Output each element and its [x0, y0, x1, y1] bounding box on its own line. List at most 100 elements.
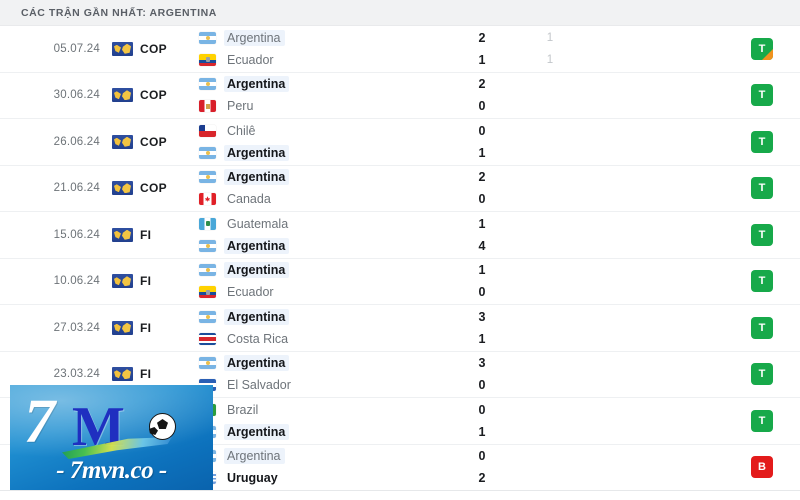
match-date: 15.06.24	[53, 228, 100, 241]
home-team[interactable]: Brazil	[199, 402, 445, 418]
friendly-icon	[112, 227, 133, 242]
home-team[interactable]: Argentina	[199, 355, 445, 372]
table-row[interactable]: 26.06.24 COP Chilê Argentina 0 1 T	[0, 119, 800, 166]
team-name: Costa Rica	[227, 331, 289, 346]
away-team[interactable]: Ecuador	[199, 284, 445, 300]
spacer-cell	[581, 119, 724, 165]
competition-cell[interactable]: COP	[103, 26, 191, 72]
status-badge[interactable]: B	[751, 456, 773, 479]
teams-cell: Argentina Peru	[191, 73, 445, 119]
copa-america-icon	[112, 41, 133, 56]
teams-cell: Argentina Canada	[191, 166, 445, 212]
spacer-cell	[581, 166, 724, 212]
home-team[interactable]: Argentina	[199, 448, 445, 465]
table-row[interactable]: 27.03.24 FI Argentina Costa Rica 3 1 T	[0, 305, 800, 352]
team-name: Argentina	[224, 262, 290, 279]
competition-label: COP	[140, 134, 167, 149]
score-cell: 10	[445, 259, 519, 305]
away-team[interactable]: Argentina	[199, 423, 445, 440]
status-badge[interactable]: T	[751, 316, 773, 339]
table-row[interactable]: 21.06.24 COP Argentina Canada 2 0 T	[0, 165, 800, 212]
team-name: Argentina	[224, 169, 290, 186]
home-team[interactable]: Argentina	[199, 308, 445, 325]
status-badge[interactable]: T	[751, 84, 773, 107]
competition-cell[interactable]: COP	[103, 166, 191, 212]
home-team[interactable]: Argentina	[199, 262, 445, 279]
home-team[interactable]: Argentina	[199, 76, 445, 93]
result-cell: T	[724, 352, 800, 398]
result-cell: T	[724, 166, 800, 212]
score-away: 1	[478, 424, 486, 439]
status-badge[interactable]: T	[751, 130, 773, 153]
team-name: Argentina	[224, 308, 290, 325]
spacer-cell	[581, 212, 724, 258]
team-name: Ecuador	[227, 285, 274, 300]
team-name: Brazil	[227, 402, 259, 417]
competition-cell[interactable]: COP	[103, 73, 191, 119]
score-away: 0	[478, 285, 486, 300]
table-row[interactable]: 30.06.24 COP Argentina Peru 2 0 T	[0, 72, 800, 119]
teams-cell: Guatemala Argentina	[191, 212, 445, 258]
spacer-cell	[581, 352, 724, 398]
result-cell: T	[724, 119, 800, 165]
status-badge[interactable]: T	[751, 409, 773, 432]
status-badge-label: B	[758, 461, 766, 474]
halftime-score-cell	[519, 119, 581, 165]
teams-cell: Brazil Argentina	[191, 398, 445, 444]
competition-cell[interactable]: FI	[103, 305, 191, 351]
friendly-icon	[112, 320, 133, 335]
status-badge-label: T	[758, 368, 766, 381]
team-name: Peru	[227, 99, 254, 114]
away-team[interactable]: Costa Rica	[199, 331, 445, 347]
status-badge-label: T	[758, 414, 766, 427]
away-team[interactable]: Argentina	[199, 237, 445, 254]
status-badge[interactable]: T	[751, 37, 773, 60]
halftime-score-cell	[519, 352, 581, 398]
teams-cell: Argentina Costa Rica	[191, 305, 445, 351]
status-badge-label: T	[758, 89, 766, 102]
flag-icon	[199, 286, 216, 299]
competition-label: COP	[140, 181, 167, 196]
competition-cell[interactable]: FI	[103, 212, 191, 258]
status-badge[interactable]: T	[751, 270, 773, 293]
flag-icon	[199, 357, 216, 370]
home-team[interactable]: Argentina	[199, 169, 445, 186]
score-cell: 01	[445, 119, 519, 165]
home-team[interactable]: Guatemala	[199, 216, 445, 232]
result-cell: T	[724, 26, 800, 72]
home-team[interactable]: Argentina	[199, 29, 445, 46]
result-cell: T	[724, 398, 800, 444]
friendly-icon	[112, 274, 133, 289]
flag-icon	[199, 171, 216, 184]
away-team[interactable]: El Salvador	[199, 377, 445, 393]
score-home: 2	[478, 30, 486, 45]
table-row[interactable]: 15.06.24 FI Guatemala Argentina 1 4 T	[0, 212, 800, 259]
score-away: 1	[478, 145, 486, 160]
flag-icon	[199, 78, 216, 91]
status-badge[interactable]: T	[751, 223, 773, 246]
away-team[interactable]: Ecuador	[199, 52, 445, 68]
table-row[interactable]: 05.07.24 COP Argentina Ecuador 2 1 1 1 T	[0, 26, 800, 73]
score-away: 4	[478, 238, 486, 253]
status-badge[interactable]: T	[751, 177, 773, 200]
teams-cell: Argentina Ecuador	[191, 259, 445, 305]
halftime-score-cell	[519, 259, 581, 305]
status-badge[interactable]: T	[751, 363, 773, 386]
table-row[interactable]: 10.06.24 FI Argentina Ecuador 1 0 T	[0, 258, 800, 305]
flag-icon	[199, 217, 216, 230]
flag-icon	[199, 310, 216, 323]
page-title: CÁC TRẬN GẦN NHẤT: ARGENTINA	[21, 6, 217, 19]
score-home: 3	[478, 309, 486, 324]
result-cell: T	[724, 259, 800, 305]
halftime-score-cell	[519, 398, 581, 444]
home-team[interactable]: Chilê	[199, 123, 445, 139]
away-team[interactable]: Argentina	[199, 144, 445, 161]
competition-cell[interactable]: FI	[103, 259, 191, 305]
score-cell: 01	[445, 398, 519, 444]
away-team[interactable]: Canada	[199, 191, 445, 207]
away-team[interactable]: Uruguay	[199, 470, 445, 486]
status-badge-label: T	[758, 228, 766, 241]
away-team[interactable]: Peru	[199, 98, 445, 114]
spacer-cell	[581, 259, 724, 305]
competition-cell[interactable]: COP	[103, 119, 191, 165]
